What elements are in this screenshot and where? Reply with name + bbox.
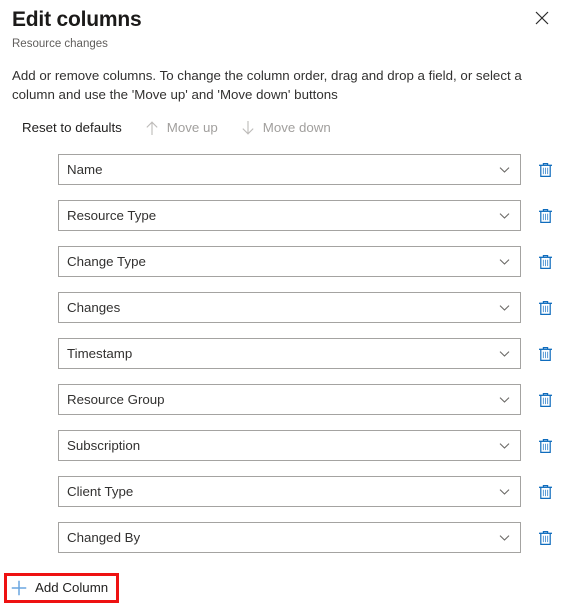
delete-column-button-5[interactable] <box>530 385 560 415</box>
delete-column-button-8[interactable] <box>530 523 560 553</box>
column-label: Client Type <box>67 483 134 499</box>
reset-to-defaults-button[interactable]: Reset to defaults <box>22 119 122 137</box>
column-field-2[interactable]: Change Type <box>58 246 521 277</box>
delete-column-button-1[interactable] <box>530 201 560 231</box>
chevron-down-icon <box>498 531 511 544</box>
plus-icon <box>11 580 27 596</box>
delete-column-button-2[interactable] <box>530 247 560 277</box>
column-row: Resource Type <box>0 199 566 232</box>
arrow-up-icon <box>144 120 160 136</box>
chevron-down-icon <box>498 255 511 268</box>
chevron-down-icon <box>498 163 511 176</box>
add-column-label: Add Column <box>35 580 109 595</box>
chevron-down-icon <box>498 347 511 360</box>
chevron-down-icon <box>498 485 511 498</box>
column-label: Resource Type <box>67 207 157 223</box>
column-label: Changed By <box>67 529 141 545</box>
close-button[interactable] <box>526 2 558 34</box>
page-title: Edit columns <box>12 8 142 31</box>
trash-icon <box>538 530 553 546</box>
trash-icon <box>538 392 553 408</box>
command-bar: Reset to defaults Move up Move down <box>22 115 566 141</box>
add-column-highlight: Add Column <box>4 573 120 603</box>
trash-icon <box>538 484 553 500</box>
column-label: Resource Group <box>67 391 165 407</box>
close-icon <box>535 11 549 25</box>
column-field-0[interactable]: Name <box>58 154 521 185</box>
column-label: Timestamp <box>67 345 133 361</box>
column-row: Resource Group <box>0 383 566 416</box>
column-row: Change Type <box>0 245 566 278</box>
column-field-8[interactable]: Changed By <box>58 522 521 553</box>
move-down-label: Move down <box>262 120 331 135</box>
column-field-5[interactable]: Resource Group <box>58 384 521 415</box>
column-row: Client Type <box>0 475 566 508</box>
add-column-button[interactable]: Add Column <box>7 576 116 600</box>
column-label: Changes <box>67 299 121 315</box>
column-row: Subscription <box>0 429 566 462</box>
reset-to-defaults-label: Reset to defaults <box>22 120 122 135</box>
column-row: Changed By <box>0 521 566 554</box>
trash-icon <box>538 346 553 362</box>
column-field-1[interactable]: Resource Type <box>58 200 521 231</box>
move-up-label: Move up <box>166 120 218 135</box>
column-row: Timestamp <box>0 337 566 370</box>
panel-description: Add or remove columns. To change the col… <box>12 68 522 102</box>
panel-subtitle: Resource changes <box>12 38 108 50</box>
column-list: Name Resource Type Change Type Changes Times… <box>0 153 566 554</box>
chevron-down-icon <box>498 209 511 222</box>
column-label: Subscription <box>67 437 141 453</box>
trash-icon <box>538 254 553 270</box>
delete-column-button-4[interactable] <box>530 339 560 369</box>
column-label: Change Type <box>67 253 146 269</box>
column-field-7[interactable]: Client Type <box>58 476 521 507</box>
delete-column-button-7[interactable] <box>530 477 560 507</box>
column-field-6[interactable]: Subscription <box>58 430 521 461</box>
move-up-button[interactable]: Move up <box>144 119 218 137</box>
move-down-button[interactable]: Move down <box>240 119 331 137</box>
column-label: Name <box>67 161 103 177</box>
column-field-3[interactable]: Changes <box>58 292 521 323</box>
trash-icon <box>538 438 553 454</box>
chevron-down-icon <box>498 301 511 314</box>
trash-icon <box>538 162 553 178</box>
delete-column-button-6[interactable] <box>530 431 560 461</box>
panel-header: Edit columns Resource changes <box>0 0 566 52</box>
trash-icon <box>538 208 553 224</box>
column-row: Name <box>0 153 566 186</box>
column-row: Changes <box>0 291 566 324</box>
chevron-down-icon <box>498 393 511 406</box>
trash-icon <box>538 300 553 316</box>
arrow-down-icon <box>240 120 256 136</box>
chevron-down-icon <box>498 439 511 452</box>
column-field-4[interactable]: Timestamp <box>58 338 521 369</box>
delete-column-button-3[interactable] <box>530 293 560 323</box>
delete-column-button-0[interactable] <box>530 155 560 185</box>
